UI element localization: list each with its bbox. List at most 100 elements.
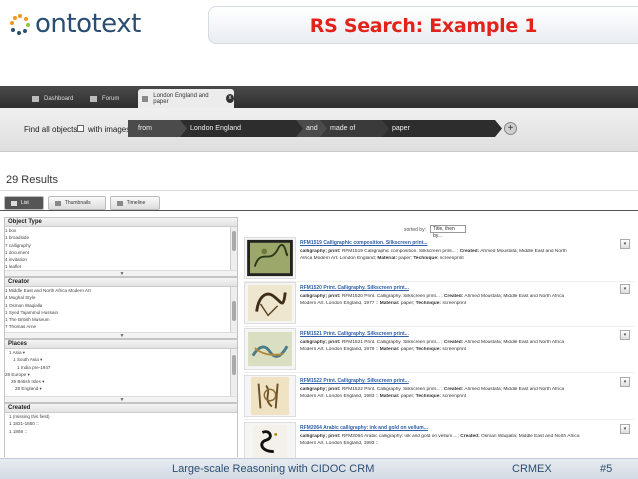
facet-item[interactable]: 28 Europe ▾ xyxy=(5,371,237,378)
facet-item[interactable]: 1 South Asia ▾ xyxy=(5,356,237,363)
result-menu-button[interactable]: ▾ xyxy=(620,284,630,294)
result-description: calligraphy; print: RFM1520 Print. Calli… xyxy=(300,294,565,299)
tab-dashboard[interactable]: Dashboard xyxy=(28,89,84,108)
facet-resize-handle[interactable]: ▼ xyxy=(5,396,237,402)
result-thumbnail[interactable] xyxy=(244,237,296,279)
result-item[interactable]: RFM1519 Calligraphic composition. Silksc… xyxy=(244,237,634,282)
dashboard-icon xyxy=(32,95,39,102)
facet-object-type: Object Type 1 box 1 broadside 7 calligra… xyxy=(4,217,238,277)
result-description: calligraphy; print: RFM1521 Print. Calli… xyxy=(300,340,565,345)
result-item[interactable]: RFM1520 Print. Calligraphy. Silkscreen p… xyxy=(244,282,634,327)
result-thumbnail[interactable] xyxy=(244,422,296,458)
facet-places: Places 1 Asia ▾ 1 South Asia ▾ 1 India p… xyxy=(4,339,238,403)
place-value-segment[interactable]: London England xyxy=(180,120,304,137)
facet-item[interactable]: 1 box xyxy=(5,227,237,234)
facet-scrollbar[interactable] xyxy=(230,287,237,332)
tab-timeline[interactable]: Timeline xyxy=(109,196,161,210)
results-count: 29 Results xyxy=(6,174,58,186)
facets-panel: Object Type 1 box 1 broadside 7 calligra… xyxy=(4,217,238,457)
sorted-by-label: sorted by: xyxy=(404,227,426,233)
close-tab-icon[interactable]: x xyxy=(225,94,234,103)
find-all-label: Find all objects xyxy=(24,125,78,134)
result-title-link[interactable]: RFM1519 Calligraphic composition. Silksc… xyxy=(300,240,428,246)
facet-item[interactable]: 29 British Isles ▾ xyxy=(5,378,237,385)
facet-item[interactable]: 1 The British Museum xyxy=(5,316,237,323)
facet-item[interactable]: 1 Syed Tajammul Hussain xyxy=(5,309,237,316)
material-value-segment[interactable]: paper xyxy=(382,120,502,137)
result-title-link[interactable]: RFM2064 Arabic calligraphy: ink and gold… xyxy=(300,425,428,431)
logo-text: ontotext xyxy=(35,9,141,39)
facet-item[interactable]: 7 calligraphy xyxy=(5,242,237,249)
add-criteria-button[interactable]: + xyxy=(504,122,517,135)
tab-forum[interactable]: Forum xyxy=(86,89,134,108)
result-item[interactable]: RFM1522 Print. Calligraphy. Silkscreen p… xyxy=(244,375,634,420)
ontotext-logo: ontotext xyxy=(10,9,141,39)
slide-title-box: RS Search: Example 1 xyxy=(208,6,638,44)
facet-item[interactable]: 1 document xyxy=(5,249,237,256)
with-images-label: with images xyxy=(88,125,131,134)
facet-title: Creator xyxy=(5,278,237,287)
facet-item[interactable]: 1 India pre-1947 xyxy=(5,364,237,371)
result-description: calligraphy; print: RFM2064 Arabic calli… xyxy=(300,434,580,439)
result-thumbnail[interactable] xyxy=(244,375,296,417)
facet-item[interactable]: 1 1821-1850 :: xyxy=(5,420,237,427)
facet-item[interactable]: 1 (missing this field) xyxy=(5,413,237,420)
result-description: Modern Art. London England, 1979 :: Mate… xyxy=(300,347,467,352)
facet-scrollbar[interactable] xyxy=(230,349,237,396)
result-menu-button[interactable]: ▾ xyxy=(620,330,630,340)
facet-created: Created 1 (missing this field) 1 1821-18… xyxy=(4,403,238,457)
search-tab-icon xyxy=(142,95,149,102)
divider xyxy=(244,372,634,373)
facet-item[interactable]: 4 invitation xyxy=(5,256,237,263)
result-title-link[interactable]: RFM1521 Print. Calligraphy. Silkscreen p… xyxy=(300,331,409,337)
divider xyxy=(244,419,634,420)
facet-scrollbar[interactable] xyxy=(230,227,237,270)
tab-london-england-and-paper[interactable]: London England and paper x xyxy=(138,89,234,108)
research-space-app: Dashboard Forum London England and paper… xyxy=(0,86,638,458)
slide-title: RS Search: Example 1 xyxy=(309,15,538,37)
result-description: calligraphy; print: RFM1522 Print. Calli… xyxy=(300,387,565,392)
forum-icon xyxy=(90,95,97,102)
divider xyxy=(0,190,638,191)
facet-resize-handle[interactable]: ▼ xyxy=(5,270,237,276)
slide-number: #5 xyxy=(600,463,613,475)
facet-item[interactable]: 1 Osman Waqialla xyxy=(5,302,237,309)
with-images-checkbox[interactable] xyxy=(77,125,84,132)
result-description: Modern Art. London England, 1977 :: Mate… xyxy=(300,301,467,306)
facet-item[interactable]: 1 broadside xyxy=(5,234,237,241)
calligraphy-image-icon xyxy=(252,424,288,458)
tab-thumbnails[interactable]: Thumbnails xyxy=(47,196,106,210)
facet-title: Created xyxy=(5,404,237,413)
result-item[interactable]: RFM2064 Arabic calligraphy: ink and gold… xyxy=(244,422,634,458)
calligraphy-image-icon xyxy=(247,239,293,277)
from-segment[interactable]: from xyxy=(128,120,190,137)
facet-item[interactable]: 28 England ▾ xyxy=(5,385,237,392)
facet-item[interactable]: 4 Mughal Style xyxy=(5,294,237,301)
result-item[interactable]: RFM1521 Print. Calligraphy. Silkscreen p… xyxy=(244,328,634,373)
facet-item[interactable]: 7 Thomas Arne xyxy=(5,323,237,330)
sort-select[interactable]: Title, then by... xyxy=(430,225,466,239)
result-title-link[interactable]: RFM1522 Print. Calligraphy. Silkscreen p… xyxy=(300,378,409,384)
search-bar: Find all objects with images from London… xyxy=(0,108,638,152)
result-description: calligraphy; print: RFM1519 Calligraphic… xyxy=(300,249,567,254)
facet-item[interactable]: 1 Asia ▾ xyxy=(5,349,237,356)
footer-title: Large-scale Reasoning with CIDOC CRM xyxy=(172,463,375,475)
footer-event: CRMEX xyxy=(512,463,552,475)
made-of-segment[interactable]: made of xyxy=(320,120,392,137)
facet-item[interactable]: 1 1868 :: xyxy=(5,428,237,435)
timeline-icon xyxy=(116,200,123,206)
facet-title: Places xyxy=(5,340,237,349)
facet-resize-handle[interactable]: ▼ xyxy=(5,332,237,338)
facet-creator: Creator 1 Middle East and North Africa M… xyxy=(4,277,238,339)
calligraphy-image-icon xyxy=(248,331,292,367)
calligraphy-image-icon xyxy=(250,376,290,416)
result-thumbnail[interactable] xyxy=(244,282,296,324)
result-menu-button[interactable]: ▾ xyxy=(620,377,630,387)
result-menu-button[interactable]: ▾ xyxy=(620,424,630,434)
result-menu-button[interactable]: ▾ xyxy=(620,239,630,249)
result-title-link[interactable]: RFM1520 Print. Calligraphy. Silkscreen p… xyxy=(300,285,409,291)
result-thumbnail[interactable] xyxy=(244,328,296,370)
tab-list[interactable]: List xyxy=(4,196,44,210)
result-description: Modern Art. London England, 1983 :: Mate… xyxy=(300,394,467,399)
facet-item[interactable]: 1 Middle East and North Africa Modern Ar… xyxy=(5,287,237,294)
